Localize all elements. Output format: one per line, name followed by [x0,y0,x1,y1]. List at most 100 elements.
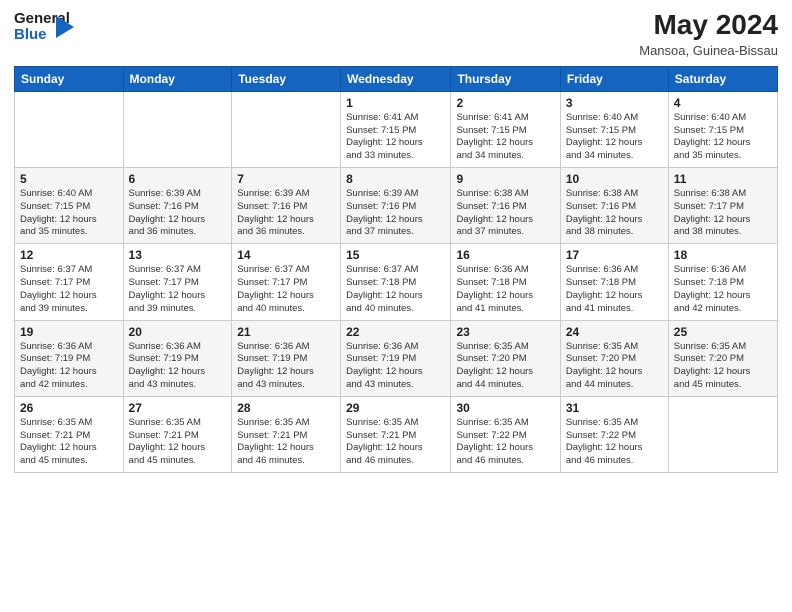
calendar-cell: 10Sunrise: 6:38 AM Sunset: 7:16 PM Dayli… [560,168,668,244]
day-info: Sunrise: 6:36 AM Sunset: 7:18 PM Dayligh… [456,264,554,315]
day-header-monday: Monday [123,66,232,91]
day-info: Sunrise: 6:39 AM Sunset: 7:16 PM Dayligh… [346,188,445,239]
day-number: 22 [346,325,445,339]
calendar-cell: 18 Sunrise: 6:36 AM Sunset: 7:18 PM Dayli… [668,244,777,320]
day-number: 10 [566,172,663,186]
day-number: 21 [237,325,335,339]
day-number: 18 [674,248,772,262]
calendar-cell: 7Sunrise: 6:39 AM Sunset: 7:16 PM Daylig… [232,168,341,244]
day-number: 15 [346,248,445,262]
calendar-cell: 27 Sunrise: 6:35 AM Sunset: 7:21 PM Dayli… [123,396,232,472]
day-number: 24 [566,325,663,339]
day-info: Sunrise: 6:37 AM Sunset: 7:17 PM Dayligh… [129,264,227,315]
day-number: 7 [237,172,335,186]
day-info: Sunrise: 6:36 AM Sunset: 7:18 PM Dayligh… [566,264,663,315]
day-info: Sunrise: 6:35 AM Sunset: 7:22 PM Dayligh… [566,417,663,468]
day-info: Sunrise: 6:35 AM Sunset: 7:20 PM Dayligh… [456,341,554,392]
day-info: Sunrise: 6:36 AM Sunset: 7:18 PM Dayligh… [674,264,772,315]
calendar-cell [15,91,124,167]
day-number: 31 [566,401,663,415]
month-title: May 2024 [639,10,778,41]
calendar-cell: 3Sunrise: 6:40 AM Sunset: 7:15 PM Daylig… [560,91,668,167]
day-number: 12 [20,248,118,262]
day-header-sunday: Sunday [15,66,124,91]
day-info: Sunrise: 6:38 AM Sunset: 7:16 PM Dayligh… [456,188,554,239]
day-header-thursday: Thursday [451,66,560,91]
calendar-header-row: SundayMondayTuesdayWednesdayThursdayFrid… [15,66,778,91]
calendar-page: General Blue May 2024 Mansoa, Guinea-Bis… [0,0,792,612]
calendar-cell: 30Sunrise: 6:35 AM Sunset: 7:22 PM Dayli… [451,396,560,472]
day-info: Sunrise: 6:35 AM Sunset: 7:20 PM Dayligh… [566,341,663,392]
calendar-cell: 22Sunrise: 6:36 AM Sunset: 7:19 PM Dayli… [341,320,451,396]
calendar-cell: 15 Sunrise: 6:37 AM Sunset: 7:18 PM Dayli… [341,244,451,320]
day-number: 17 [566,248,663,262]
calendar-table: SundayMondayTuesdayWednesdayThursdayFrid… [14,66,778,473]
calendar-week-1: 1 Sunrise: 6:41 AM Sunset: 7:15 PM Daylig… [15,91,778,167]
day-info: Sunrise: 6:37 AM Sunset: 7:18 PM Dayligh… [346,264,445,315]
day-info: Sunrise: 6:35 AM Sunset: 7:21 PM Dayligh… [129,417,227,468]
calendar-week-2: 5Sunrise: 6:40 AM Sunset: 7:15 PM Daylig… [15,168,778,244]
day-number: 11 [674,172,772,186]
day-info: Sunrise: 6:37 AM Sunset: 7:17 PM Dayligh… [20,264,118,315]
day-header-wednesday: Wednesday [341,66,451,91]
day-number: 2 [456,96,554,110]
calendar-cell: 14 Sunrise: 6:37 AM Sunset: 7:17 PM Dayli… [232,244,341,320]
calendar-cell: 21 Sunrise: 6:36 AM Sunset: 7:19 PM Dayli… [232,320,341,396]
calendar-cell: 2 Sunrise: 6:41 AM Sunset: 7:15 PM Daylig… [451,91,560,167]
calendar-cell: 25 Sunrise: 6:35 AM Sunset: 7:20 PM Dayli… [668,320,777,396]
calendar-week-3: 12 Sunrise: 6:37 AM Sunset: 7:17 PM Dayli… [15,244,778,320]
calendar-cell: 26 Sunrise: 6:35 AM Sunset: 7:21 PM Dayli… [15,396,124,472]
calendar-cell: 1 Sunrise: 6:41 AM Sunset: 7:15 PM Daylig… [341,91,451,167]
calendar-cell: 16 Sunrise: 6:36 AM Sunset: 7:18 PM Dayli… [451,244,560,320]
day-number: 28 [237,401,335,415]
day-header-tuesday: Tuesday [232,66,341,91]
day-number: 16 [456,248,554,262]
calendar-cell: 29 Sunrise: 6:35 AM Sunset: 7:21 PM Dayli… [341,396,451,472]
calendar-cell [232,91,341,167]
calendar-cell: 20 Sunrise: 6:36 AM Sunset: 7:19 PM Dayli… [123,320,232,396]
day-info: Sunrise: 6:35 AM Sunset: 7:21 PM Dayligh… [20,417,118,468]
day-header-saturday: Saturday [668,66,777,91]
calendar-cell: 4Sunrise: 6:40 AM Sunset: 7:15 PM Daylig… [668,91,777,167]
day-number: 25 [674,325,772,339]
logo: General Blue [14,10,58,46]
calendar-cell: 11 Sunrise: 6:38 AM Sunset: 7:17 PM Dayli… [668,168,777,244]
day-info: Sunrise: 6:40 AM Sunset: 7:15 PM Dayligh… [674,112,772,163]
day-number: 1 [346,96,445,110]
day-number: 14 [237,248,335,262]
calendar-cell: 6 Sunrise: 6:39 AM Sunset: 7:16 PM Daylig… [123,168,232,244]
logo-blue: Blue [14,26,47,43]
day-number: 20 [129,325,227,339]
day-number: 13 [129,248,227,262]
calendar-cell: 28Sunrise: 6:35 AM Sunset: 7:21 PM Dayli… [232,396,341,472]
day-number: 26 [20,401,118,415]
day-number: 30 [456,401,554,415]
calendar-cell: 17 Sunrise: 6:36 AM Sunset: 7:18 PM Dayli… [560,244,668,320]
calendar-cell: 8Sunrise: 6:39 AM Sunset: 7:16 PM Daylig… [341,168,451,244]
day-info: Sunrise: 6:35 AM Sunset: 7:20 PM Dayligh… [674,341,772,392]
day-number: 29 [346,401,445,415]
day-number: 6 [129,172,227,186]
day-info: Sunrise: 6:36 AM Sunset: 7:19 PM Dayligh… [237,341,335,392]
day-info: Sunrise: 6:35 AM Sunset: 7:21 PM Dayligh… [346,417,445,468]
calendar-cell [123,91,232,167]
day-number: 19 [20,325,118,339]
calendar-cell: 5Sunrise: 6:40 AM Sunset: 7:15 PM Daylig… [15,168,124,244]
day-info: Sunrise: 6:40 AM Sunset: 7:15 PM Dayligh… [20,188,118,239]
calendar-cell: 31 Sunrise: 6:35 AM Sunset: 7:22 PM Dayli… [560,396,668,472]
calendar-cell: 24 Sunrise: 6:35 AM Sunset: 7:20 PM Dayli… [560,320,668,396]
day-info: Sunrise: 6:41 AM Sunset: 7:15 PM Dayligh… [346,112,445,163]
logo-icon [54,14,76,40]
day-info: Sunrise: 6:36 AM Sunset: 7:19 PM Dayligh… [129,341,227,392]
day-info: Sunrise: 6:41 AM Sunset: 7:15 PM Dayligh… [456,112,554,163]
title-block: May 2024 Mansoa, Guinea-Bissau [639,10,778,58]
day-info: Sunrise: 6:36 AM Sunset: 7:19 PM Dayligh… [20,341,118,392]
day-number: 23 [456,325,554,339]
day-info: Sunrise: 6:39 AM Sunset: 7:16 PM Dayligh… [129,188,227,239]
day-number: 27 [129,401,227,415]
day-info: Sunrise: 6:37 AM Sunset: 7:17 PM Dayligh… [237,264,335,315]
day-info: Sunrise: 6:38 AM Sunset: 7:17 PM Dayligh… [674,188,772,239]
day-header-friday: Friday [560,66,668,91]
calendar-cell: 19 Sunrise: 6:36 AM Sunset: 7:19 PM Dayli… [15,320,124,396]
header: General Blue May 2024 Mansoa, Guinea-Bis… [14,10,778,58]
